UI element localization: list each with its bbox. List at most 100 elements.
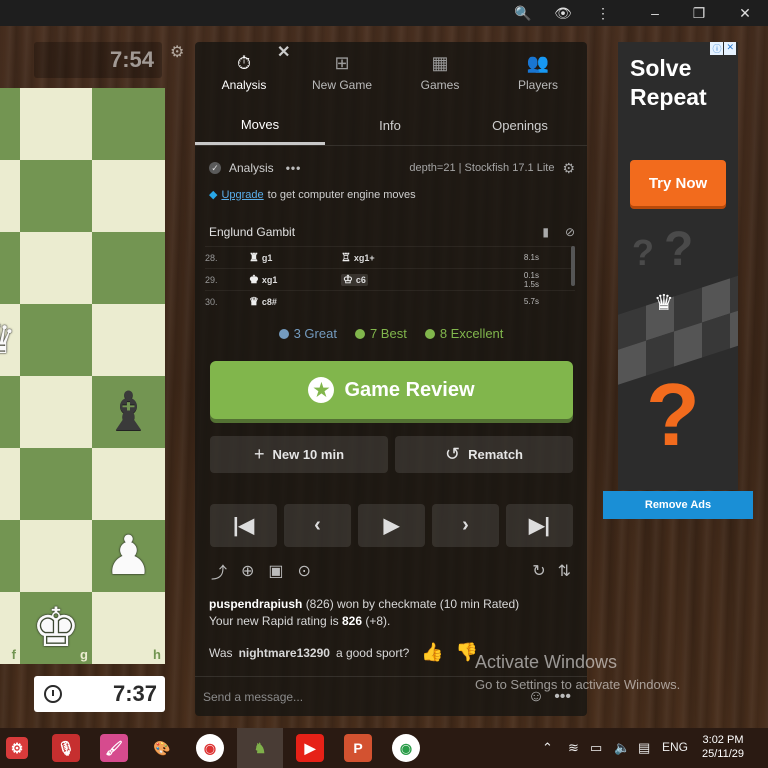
previous-move-button[interactable]: ‹ xyxy=(284,504,351,547)
analysis-toggle[interactable]: ✓ xyxy=(209,162,221,174)
black-move[interactable]: ♖ xg1+ xyxy=(341,251,433,264)
close-button[interactable]: ✕ xyxy=(730,0,760,26)
remove-ads-button[interactable]: Remove Ads xyxy=(603,491,753,519)
chrome-icon[interactable]: ◉ xyxy=(196,734,224,762)
compass-icon[interactable]: ⊘ xyxy=(565,225,575,239)
board-square[interactable] xyxy=(0,160,20,232)
board-square[interactable] xyxy=(20,304,92,376)
last-move-button[interactable]: ▶| xyxy=(506,504,573,547)
book-icon[interactable]: ▮ xyxy=(542,225,549,239)
tab-openings[interactable]: Openings xyxy=(455,106,585,145)
ad-try-now-button[interactable]: Try Now xyxy=(630,160,726,206)
white-pawn-icon[interactable]: ♟ xyxy=(104,529,152,583)
paint-palette-icon[interactable]: 🎨 xyxy=(148,734,176,762)
engine-settings-gear-icon[interactable]: ⚙ xyxy=(562,160,575,177)
white-move[interactable]: ♛ c8# xyxy=(249,295,341,308)
game-review-button[interactable]: ★ Game Review xyxy=(210,361,573,419)
board-square[interactable] xyxy=(0,448,20,520)
board-square[interactable]: ♟ xyxy=(92,520,165,592)
zoom-icon[interactable]: 🔍 xyxy=(508,0,538,26)
black-move[interactable]: ♔ c6 xyxy=(341,273,433,286)
tab-new-game[interactable]: ⊞ New Game xyxy=(293,48,391,96)
board-square[interactable] xyxy=(20,376,92,448)
excellent-badge[interactable]: 8 Excellent xyxy=(424,326,503,341)
board-square[interactable] xyxy=(20,232,92,304)
add-game-icon[interactable]: ⊕ xyxy=(241,561,254,581)
rematch-button[interactable]: ↺ Rematch xyxy=(395,436,573,473)
start-settings-icon[interactable]: ⚙ xyxy=(6,737,28,759)
board-settings-gear-icon[interactable]: ⚙ xyxy=(170,42,184,62)
star-icon: ★ xyxy=(308,377,335,403)
tab-games[interactable]: ▦ Games xyxy=(391,48,489,96)
chess-board[interactable]: ♛ ♝ ♟ f ♚g h xyxy=(0,88,165,665)
great-badge[interactable]: 3 Great xyxy=(278,326,337,341)
share-icon[interactable]: ⤴ xyxy=(211,559,227,583)
board-square[interactable] xyxy=(0,520,20,592)
powerpoint-icon[interactable]: P xyxy=(344,734,372,762)
more-options-button[interactable]: ••• xyxy=(286,161,302,175)
play-button[interactable]: ▶ xyxy=(358,504,425,547)
board-square[interactable]: ♝ xyxy=(92,376,165,448)
zoom-analysis-icon[interactable]: ⊙ xyxy=(298,561,311,581)
notification-icon[interactable]: ▤ xyxy=(638,740,650,756)
sport-prefix: Was xyxy=(209,645,233,660)
system-clock[interactable]: 3:02 PM 25/11/29 xyxy=(702,733,744,761)
close-icon[interactable]: ✕ xyxy=(277,42,290,62)
language-indicator[interactable]: ENG xyxy=(662,740,688,754)
tab-info[interactable]: Info xyxy=(325,106,455,145)
board-square[interactable] xyxy=(0,232,20,304)
image-icon[interactable]: ▣ xyxy=(268,561,283,581)
black-bishop-icon[interactable]: ♝ xyxy=(104,385,152,439)
board-square[interactable] xyxy=(0,376,20,448)
message-input[interactable]: Send a message... xyxy=(203,690,303,704)
minimize-button[interactable]: – xyxy=(640,0,670,26)
advertisement[interactable]: ⓘ ✕ Solve Repeat Try Now ? ? ♛ ? xyxy=(618,42,738,490)
board-square[interactable] xyxy=(20,88,92,160)
board-square[interactable]: h xyxy=(92,592,165,664)
battery-icon[interactable]: ▭ xyxy=(590,740,602,756)
board-square[interactable] xyxy=(92,88,165,160)
more-options-icon[interactable]: ⋮ xyxy=(588,0,618,26)
first-move-button[interactable]: |◀ xyxy=(210,504,277,547)
board-square[interactable]: ♛ xyxy=(0,304,20,376)
tray-chevron-up-icon[interactable]: ⌃ xyxy=(542,740,553,756)
tab-players[interactable]: 👥 Players xyxy=(489,48,587,96)
upgrade-link[interactable]: Upgrade xyxy=(221,189,263,201)
restore-button[interactable]: ❐ xyxy=(684,0,714,26)
board-square[interactable] xyxy=(92,448,165,520)
paint-app-icon[interactable]: 🖌 xyxy=(100,734,128,762)
next-move-button[interactable]: › xyxy=(432,504,499,547)
move-list-scrollbar[interactable] xyxy=(571,246,575,286)
opponent-clock-time: 7:54 xyxy=(109,47,154,72)
white-move[interactable]: ♚ xg1 xyxy=(249,273,341,286)
board-square[interactable] xyxy=(20,160,92,232)
flip-board-icon[interactable]: ⇅ xyxy=(558,561,571,581)
chrome-profile-icon[interactable]: ◉ xyxy=(392,734,420,762)
new-game-button[interactable]: + New 10 min xyxy=(210,436,388,473)
board-square[interactable] xyxy=(20,448,92,520)
wifi-icon[interactable]: ≋ xyxy=(568,740,579,756)
white-king-icon[interactable]: ♚ xyxy=(32,601,80,655)
refresh-icon[interactable]: ↻ xyxy=(532,561,545,581)
board-square[interactable]: f xyxy=(0,592,20,664)
board-square[interactable]: ♚ g xyxy=(20,592,92,664)
winner-name[interactable]: puspendrapiush xyxy=(209,597,302,611)
taskbar: ⚙ 🎙 🖌 🎨 ◉ ♞ ▶ P ◉ ⌃ ≋ ▭ 🔈 ▤ ENG 3:02 PM … xyxy=(0,728,768,768)
eye-slash-icon[interactable]: 👁 xyxy=(548,0,578,26)
tab-moves[interactable]: Moves xyxy=(195,106,325,145)
board-square[interactable] xyxy=(20,520,92,592)
board-square[interactable] xyxy=(92,232,165,304)
white-queen-icon[interactable]: ♛ xyxy=(0,320,16,360)
best-badge[interactable]: 7 Best xyxy=(354,326,407,341)
file-coordinate-f: f xyxy=(11,647,16,662)
board-square[interactable] xyxy=(92,160,165,232)
board-square[interactable] xyxy=(92,304,165,376)
recorder-app-icon[interactable]: 🎙 xyxy=(52,734,80,762)
video-app-icon[interactable]: ▶ xyxy=(296,734,324,762)
volume-icon[interactable]: 🔈 xyxy=(614,740,630,756)
white-move[interactable]: ♜ g1 xyxy=(249,251,341,264)
chess-app-icon[interactable]: ♞ xyxy=(246,734,274,762)
board-square[interactable] xyxy=(0,88,20,160)
thumbs-up-icon[interactable]: 👍 xyxy=(421,642,443,663)
opponent-name[interactable]: nightmare13290 xyxy=(239,646,330,660)
